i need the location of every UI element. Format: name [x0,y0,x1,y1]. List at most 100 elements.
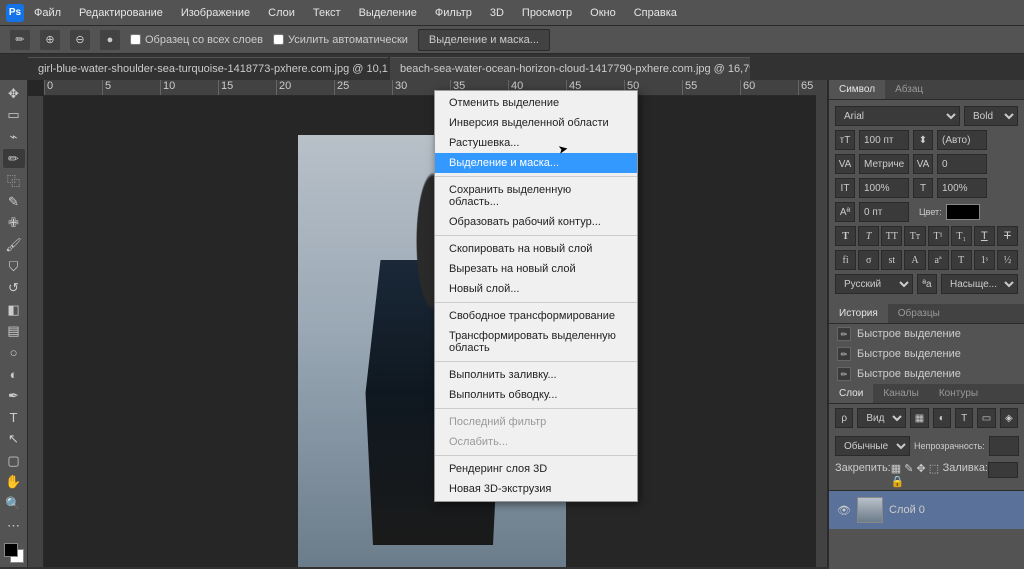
context-item[interactable]: Сохранить выделенную область... [435,180,637,212]
tab-history[interactable]: История [829,304,888,323]
color-swatches[interactable] [4,543,24,563]
move-tool[interactable]: ✥ [3,84,25,104]
context-item[interactable]: Свободное трансформирование [435,306,637,326]
font-family-select[interactable]: Arial [835,106,960,126]
history-brush-tool[interactable]: ↺ [3,278,25,298]
filter-type-icon[interactable]: T [955,408,973,428]
history-item[interactable]: ✏Быстрое выделение [829,364,1024,384]
context-item[interactable]: Новая 3D-экструзия [435,479,637,499]
tab-layers[interactable]: Слои [829,384,873,403]
opacity-input[interactable] [989,436,1019,456]
menu-file[interactable]: Файл [26,3,69,23]
visibility-icon[interactable]: 👁 [837,504,851,517]
menu-window[interactable]: Окно [582,3,624,23]
language-select[interactable]: Русский [835,274,913,294]
brush-add-icon[interactable]: ⊕ [40,30,60,50]
context-item[interactable]: Отменить выделение [435,93,637,113]
pen-tool[interactable]: ✒ [3,386,25,406]
menu-3d[interactable]: 3D [482,3,512,23]
font-weight-select[interactable]: Bold [964,106,1018,126]
tab-character[interactable]: Символ [829,80,885,99]
menu-view[interactable]: Просмотр [514,3,580,23]
more-tools[interactable]: ⋯ [3,516,25,536]
context-item[interactable]: Рендеринг слоя 3D [435,459,637,479]
auto-enhance-checkbox[interactable]: Усилить автоматически [273,34,408,46]
menu-image[interactable]: Изображение [173,3,258,23]
menu-help[interactable]: Справка [626,3,685,23]
eyedropper-tool[interactable]: ✎ [3,192,25,212]
font-size-input[interactable] [859,130,909,150]
ordinal-button[interactable]: aª [928,250,949,270]
antialiasing-select[interactable]: Насыще... [941,274,1018,294]
superscript-button[interactable]: T¹ [928,226,949,246]
lig-button[interactable]: fi [835,250,856,270]
hand-tool[interactable]: ✋ [3,473,25,493]
menu-text[interactable]: Текст [305,3,349,23]
kerning-input[interactable] [859,154,909,174]
context-item[interactable]: Новый слой... [435,279,637,299]
layer-row[interactable]: 👁 Слой 0 [829,490,1024,529]
tab-paragraph[interactable]: Абзац [885,80,933,99]
context-item[interactable]: Выделение и маска... [435,153,637,173]
history-item[interactable]: ✏Быстрое выделение [829,344,1024,364]
leading-input[interactable] [937,130,987,150]
filter-kind-icon[interactable]: ρ [835,408,853,428]
tab-paths[interactable]: Контуры [929,384,988,403]
select-mask-button[interactable]: Выделение и маска... [418,29,550,51]
tab-swatches[interactable]: Образцы [888,304,950,323]
marquee-tool[interactable]: ▭ [3,106,25,126]
first-button[interactable]: 1ˢ [974,250,995,270]
text-color-swatch[interactable] [946,204,980,220]
panel-dock-strip[interactable] [816,80,828,567]
brush-picker-icon[interactable]: ● [100,30,120,50]
half-button[interactable]: ½ [997,250,1018,270]
context-item[interactable]: Трансформировать выделенную область [435,326,637,358]
filter-adj-icon[interactable]: ◐ [933,408,951,428]
context-item[interactable]: Растушевка... [435,133,637,153]
brush-tool[interactable]: 🖌 [3,235,25,255]
hscale-input[interactable] [937,178,987,198]
brush-sub-icon[interactable]: ⊖ [70,30,90,50]
filter-pixel-icon[interactable]: ▦ [910,408,928,428]
canvas-area[interactable]: 0510152025303540455055606570 Отменить вы… [28,80,816,567]
stamp-tool[interactable]: ⛉ [3,257,25,277]
context-item[interactable]: Вырезать на новый слой [435,259,637,279]
eraser-tool[interactable]: ◧ [3,300,25,320]
context-item[interactable]: Выполнить обводку... [435,385,637,405]
history-item[interactable]: ✏Быстрое выделение [829,324,1024,344]
context-item[interactable]: Инверсия выделенной области [435,113,637,133]
heal-tool[interactable]: ✙ [3,214,25,234]
strike-button[interactable]: T [997,226,1018,246]
vscale-input[interactable] [859,178,909,198]
bold-button[interactable]: T [835,226,856,246]
tool-preset-icon[interactable]: ✏ [10,30,30,50]
titling-button[interactable]: A [904,250,925,270]
stylistic-button[interactable]: st [881,250,902,270]
tab-channels[interactable]: Каналы [873,384,929,403]
blur-tool[interactable]: ○ [3,343,25,363]
fractions-button[interactable]: T [951,250,972,270]
lasso-tool[interactable]: ⌁ [3,127,25,147]
menu-select[interactable]: Выделение [351,3,425,23]
type-tool[interactable]: T [3,408,25,428]
dodge-tool[interactable]: ◐ [3,365,25,385]
shape-tool[interactable]: ▢ [3,451,25,471]
crop-tool[interactable]: ⿻ [3,170,25,190]
menu-filter[interactable]: Фильтр [427,3,480,23]
context-item[interactable]: Образовать рабочий контур... [435,212,637,232]
layer-thumbnail[interactable] [857,497,883,523]
fill-input[interactable] [988,462,1018,478]
filter-shape-icon[interactable]: ▭ [977,408,995,428]
subscript-button[interactable]: T₁ [951,226,972,246]
gradient-tool[interactable]: ▤ [3,322,25,342]
italic-button[interactable]: T [858,226,879,246]
path-tool[interactable]: ↖ [3,430,25,450]
baseline-input[interactable] [859,202,909,222]
menu-layers[interactable]: Слои [260,3,303,23]
menu-edit[interactable]: Редактирование [71,3,171,23]
layer-kind-select[interactable]: Вид [857,408,906,428]
underline-button[interactable]: T [974,226,995,246]
allcaps-button[interactable]: TT [881,226,902,246]
quick-select-tool[interactable]: ✏ [3,149,25,169]
doc-tab-1[interactable]: girl-blue-water-shoulder-sea-turquoise-1… [28,57,388,80]
